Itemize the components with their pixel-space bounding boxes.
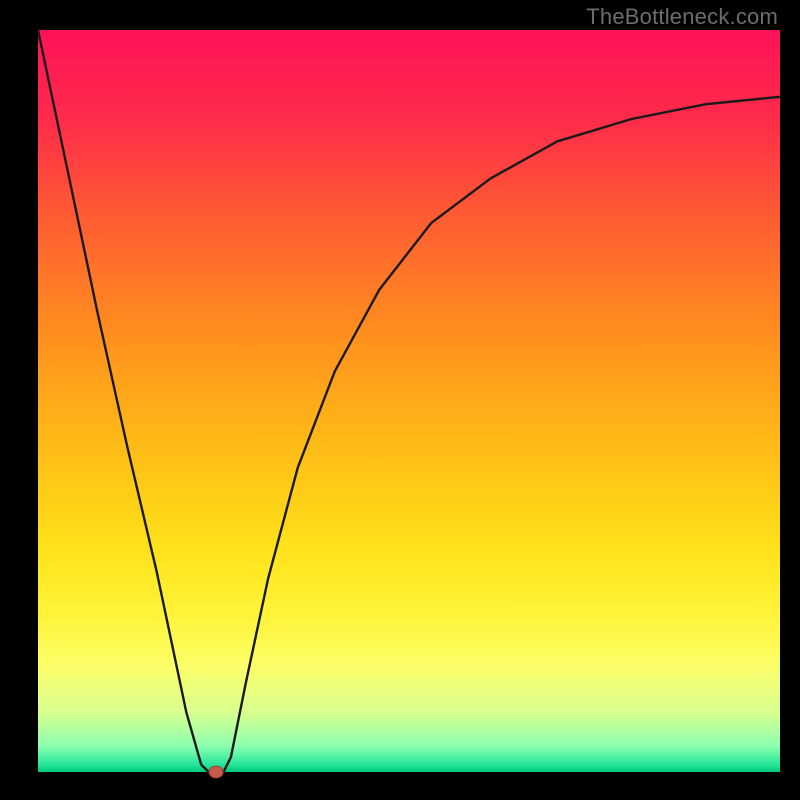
plot-background — [38, 30, 780, 772]
optimum-marker — [209, 766, 223, 778]
chart-svg — [0, 0, 800, 800]
watermark-text: TheBottleneck.com — [586, 4, 778, 30]
chart-frame: TheBottleneck.com — [0, 0, 800, 800]
